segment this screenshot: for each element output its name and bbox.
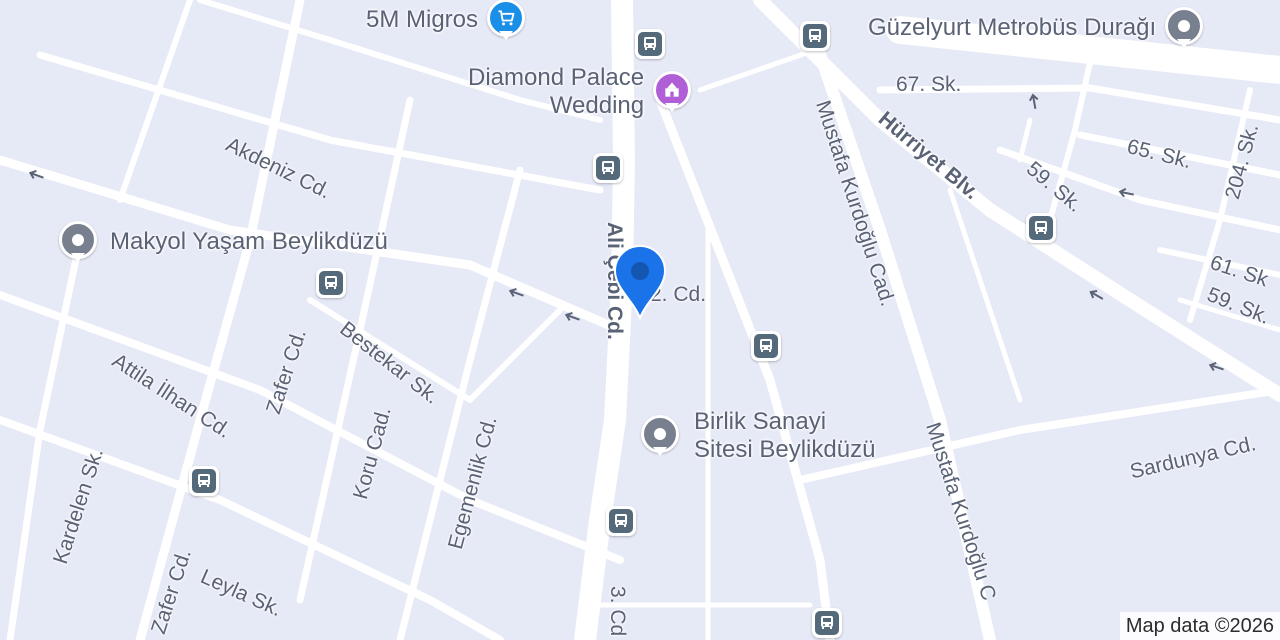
map-attribution: Map data ©2026 <box>1119 612 1280 640</box>
road-diamond <box>697 47 818 93</box>
street-label-3-cd: 3. Cd <box>606 586 629 637</box>
road-small-left <box>117 0 193 203</box>
bus-stop-icon[interactable] <box>316 268 346 298</box>
wedding-hall-icon <box>650 70 694 114</box>
bus-stop-icon[interactable] <box>1026 213 1056 243</box>
poi-diamond-line2: Wedding <box>549 92 645 119</box>
bus-stop-icon[interactable] <box>189 466 219 496</box>
bus-stop-icon[interactable] <box>812 608 842 638</box>
poi-guzelyurt-name: Güzelyurt Metrobüs Durağı <box>868 14 1157 41</box>
poi-migros[interactable]: 5M Migros <box>366 0 528 42</box>
map-view[interactable]: Akdeniz Cd. Ali Çebi Cd. 2. Cd. Bestekar… <box>0 0 1280 640</box>
place-pin-icon <box>56 220 100 264</box>
road-mid-diagonal <box>655 95 835 640</box>
bus-stop-icon[interactable] <box>800 21 830 51</box>
road-zafer <box>135 0 305 640</box>
bus-stop-icon[interactable] <box>635 29 665 59</box>
poi-birlik-line1: Birlik Sanayi <box>694 408 827 435</box>
bus-stop-icon[interactable] <box>606 506 636 536</box>
location-pin-icon[interactable] <box>613 244 667 320</box>
bus-stop-icon[interactable] <box>593 153 623 183</box>
road-short-right <box>1017 117 1033 163</box>
poi-diamond-palace[interactable]: Diamond Palace Wedding <box>468 64 694 120</box>
poi-makyol[interactable]: Makyol Yaşam Beylikdüzü <box>56 220 388 264</box>
place-pin-icon <box>1162 6 1206 50</box>
poi-birlik-sanayi[interactable]: Birlik Sanayi Sitesi Beylikdüzü <box>638 408 875 464</box>
shopping-cart-icon <box>484 0 528 42</box>
bus-stop-icon[interactable] <box>751 331 781 361</box>
poi-migros-name: 5M Migros <box>366 6 479 33</box>
street-label-67: 67. Sk. <box>896 73 962 96</box>
poi-birlik-line2: Sitesi Beylikdüzü <box>694 436 876 463</box>
road-egemenlik <box>396 166 524 640</box>
poi-diamond-line1: Diamond Palace <box>468 64 645 91</box>
poi-makyol-name: Makyol Yaşam Beylikdüzü <box>110 228 388 255</box>
place-pin-icon <box>638 414 682 458</box>
poi-guzelyurt[interactable]: Güzelyurt Metrobüs Durağı <box>868 6 1206 50</box>
